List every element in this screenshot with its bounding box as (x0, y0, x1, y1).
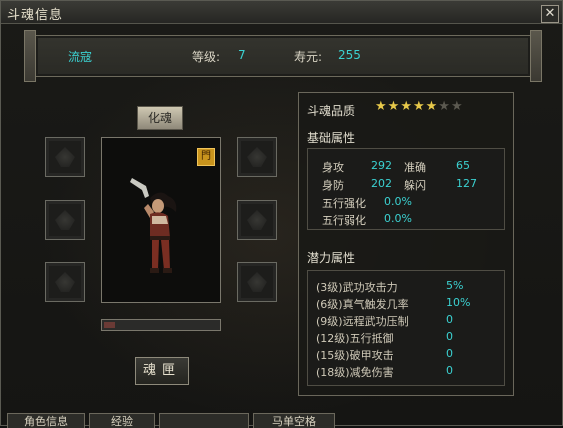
dodge-label: 躲闪 (404, 179, 426, 192)
life-value: 255 (338, 48, 361, 62)
star-filled-icon: ★ (425, 99, 439, 114)
info-bar-right-ornament (530, 30, 542, 82)
star-empty-icon: ★ (450, 99, 464, 114)
level-value: 7 (238, 48, 246, 62)
bottom-tabs: 角色信息 经验 马单空格 (1, 413, 562, 428)
potential-value: 0 (446, 364, 453, 377)
potential-label: (12级)五行抵御 (316, 332, 394, 345)
star-filled-icon: ★ (400, 99, 413, 114)
empty-slot-icon (55, 147, 75, 167)
potential-value: 5% (446, 279, 464, 292)
potential-attributes-box: (3级)武功攻击力 5% (6级)真气触发几率 10% (9级)远程武功压制 0… (307, 270, 505, 386)
info-bar-left-ornament (24, 30, 36, 82)
equip-slot-right-3[interactable] (237, 262, 277, 302)
empty-slot-icon (247, 147, 267, 167)
info-bar: 流寇 等级: 7 寿元: 255 (24, 30, 542, 82)
sect-badge: 門 (197, 148, 215, 166)
potential-value: 0 (446, 330, 453, 343)
potential-label: (9级)远程武功压制 (316, 315, 409, 328)
equip-slot-right-1[interactable] (237, 137, 277, 177)
empty-slot-icon (247, 210, 267, 230)
defense-value: 202 (371, 177, 392, 190)
wuxing-strong-value: 0.0% (384, 195, 412, 208)
level-label: 等级: (192, 50, 221, 64)
title-bar: 斗魂信息 ✕ (1, 1, 562, 24)
equip-slot-left-3[interactable] (45, 262, 85, 302)
window-title: 斗魂信息 (7, 8, 64, 23)
dodge-value: 127 (456, 177, 477, 190)
attack-value: 292 (371, 159, 392, 172)
star-filled-icon: ★ (387, 99, 401, 114)
empty-slot-icon (55, 210, 75, 230)
equip-slot-right-2[interactable] (237, 200, 277, 240)
potential-label: (18级)减免伤害 (316, 366, 394, 379)
hunxia-button[interactable]: 魂匣 (135, 357, 189, 385)
basic-attributes-title: 基础属性 (307, 131, 356, 145)
attributes-panel: 斗魂品质 ★★★★★★★ 基础属性 身攻 292 准确 65 身防 202 躲闪… (298, 92, 514, 396)
star-filled-icon: ★ (375, 99, 388, 114)
wuxing-weak-label: 五行弱化 (322, 214, 366, 227)
equip-slot-left-2[interactable] (45, 200, 85, 240)
attack-label: 身攻 (322, 161, 344, 174)
star-filled-icon: ★ (412, 99, 426, 114)
soul-name: 流寇 (68, 50, 93, 64)
quality-label: 斗魂品质 (307, 104, 356, 118)
wuxing-weak-value: 0.0% (384, 212, 412, 225)
potential-label: (6级)真气触发几率 (316, 298, 409, 311)
accuracy-value: 65 (456, 159, 470, 172)
potential-attributes-title: 潜力属性 (307, 251, 356, 265)
potential-value: 10% (446, 296, 471, 309)
potential-label: (3级)武功攻击力 (316, 281, 398, 294)
soul-progress-bar (101, 319, 221, 331)
close-button[interactable]: ✕ (541, 5, 559, 23)
empty-slot-icon (55, 272, 75, 292)
potential-value: 0 (446, 313, 453, 326)
potential-value: 0 (446, 347, 453, 360)
star-empty-icon: ★ (438, 99, 451, 114)
basic-attributes-box: 身攻 292 准确 65 身防 202 躲闪 127 五行强化 0.0% 五行弱… (307, 148, 505, 230)
quality-stars: ★★★★★★★ (375, 99, 464, 114)
soul-info-window: 斗魂信息 ✕ 流寇 等级: 7 寿元: 255 化魂 門 魂匣 斗魂品质 ★★★… (0, 0, 563, 428)
equip-slot-left-1[interactable] (45, 137, 85, 177)
wuxing-strong-label: 五行强化 (322, 197, 366, 210)
defense-label: 身防 (322, 179, 344, 192)
life-label: 寿元: (294, 50, 323, 64)
progress-fill (104, 322, 115, 328)
potential-label: (15级)破甲攻击 (316, 349, 394, 362)
accuracy-label: 准确 (404, 161, 426, 174)
huahun-button[interactable]: 化魂 (137, 106, 183, 130)
empty-slot-icon (247, 272, 267, 292)
